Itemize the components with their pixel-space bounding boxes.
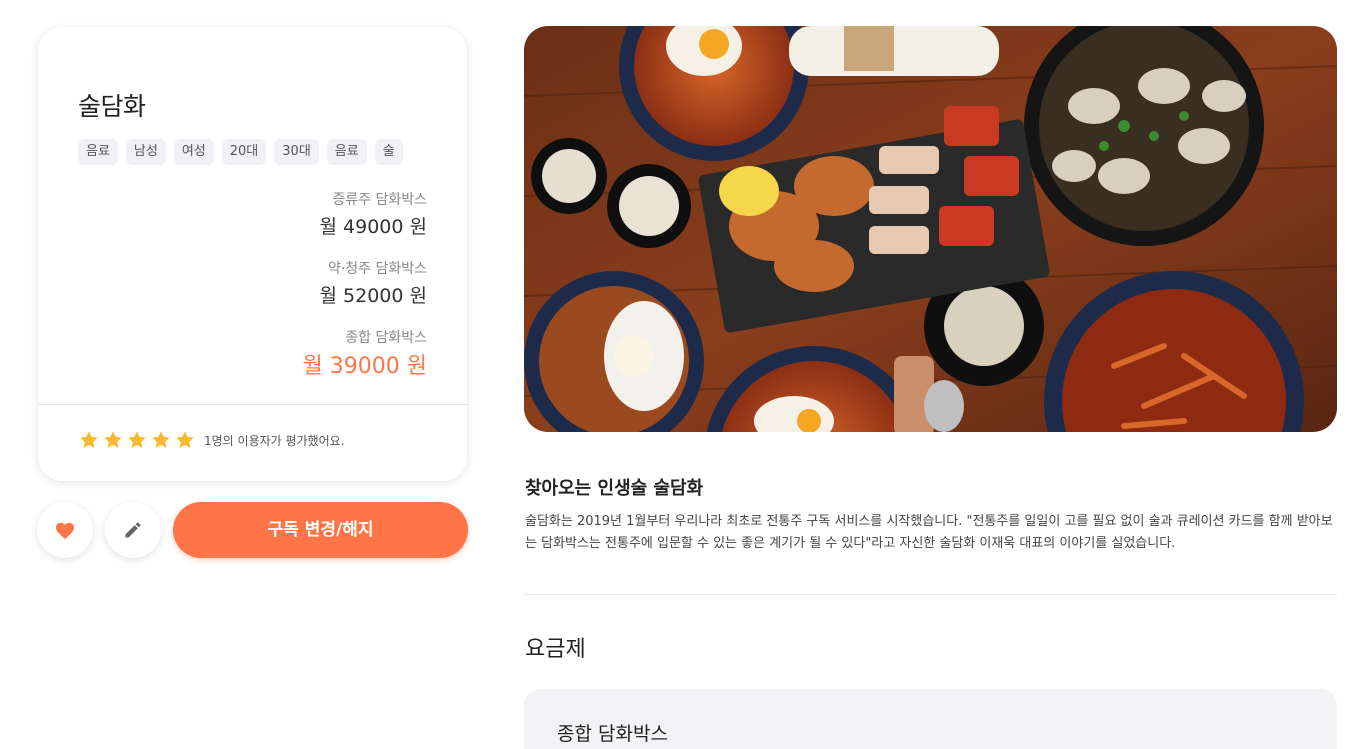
pricing-plan-card[interactable]: 종합 담화박스 bbox=[524, 689, 1337, 749]
tag: 술 bbox=[374, 139, 403, 165]
star-icon bbox=[102, 429, 124, 451]
card-divider bbox=[38, 404, 467, 405]
section-divider bbox=[524, 594, 1337, 595]
product-card: 술담화 음료 남성 여성 20대 30대 음료 술 증류주 담화박스 월 490… bbox=[38, 27, 467, 481]
pricing-plan-title: 종합 담화박스 bbox=[557, 723, 668, 745]
product-title: 술담화 bbox=[78, 92, 146, 121]
plan-name: 증류주 담화박스 bbox=[332, 192, 427, 208]
tag-list: 음료 남성 여성 20대 30대 음료 술 bbox=[78, 139, 403, 165]
tag: 남성 bbox=[125, 139, 166, 165]
star-icon bbox=[150, 429, 172, 451]
star-icon bbox=[174, 429, 196, 451]
tag: 음료 bbox=[326, 139, 367, 165]
rating: 1명의 이용자가 평가했어요. bbox=[78, 429, 345, 451]
favorite-button[interactable] bbox=[37, 502, 93, 558]
plan-price: 월 52000 원 bbox=[319, 285, 427, 307]
plan-price-highlight: 월 39000 원 bbox=[302, 354, 427, 379]
tag: 여성 bbox=[173, 139, 214, 165]
tag: 20대 bbox=[221, 139, 267, 165]
detail-title: 찾아오는 인생술 술담화 bbox=[525, 478, 704, 499]
tag: 30대 bbox=[274, 139, 319, 165]
pencil-icon bbox=[125, 522, 141, 538]
plan-list: 증류주 담화박스 월 49000 원 약·청주 담화박스 월 52000 원 종… bbox=[303, 189, 427, 381]
edit-button[interactable] bbox=[105, 502, 161, 558]
detail-description: 술담화는 2019년 1월부터 우리나라 최초로 전통주 구독 서비스를 시작했… bbox=[525, 514, 1333, 551]
plan-price: 월 49000 원 bbox=[319, 216, 427, 238]
pricing-heading: 요금제 bbox=[525, 637, 586, 662]
plan-name: 약·청주 담화박스 bbox=[327, 261, 427, 277]
hero-image bbox=[524, 26, 1337, 432]
tag: 음료 bbox=[78, 139, 118, 165]
plan-name: 종합 담화박스 bbox=[345, 330, 427, 346]
subscription-change-button[interactable]: 구독 변경/해지 bbox=[173, 502, 468, 558]
heart-icon bbox=[55, 522, 75, 540]
rating-text: 1명의 이용자가 평가했어요. bbox=[204, 433, 345, 448]
star-icon bbox=[78, 429, 100, 451]
star-icon bbox=[126, 429, 148, 451]
